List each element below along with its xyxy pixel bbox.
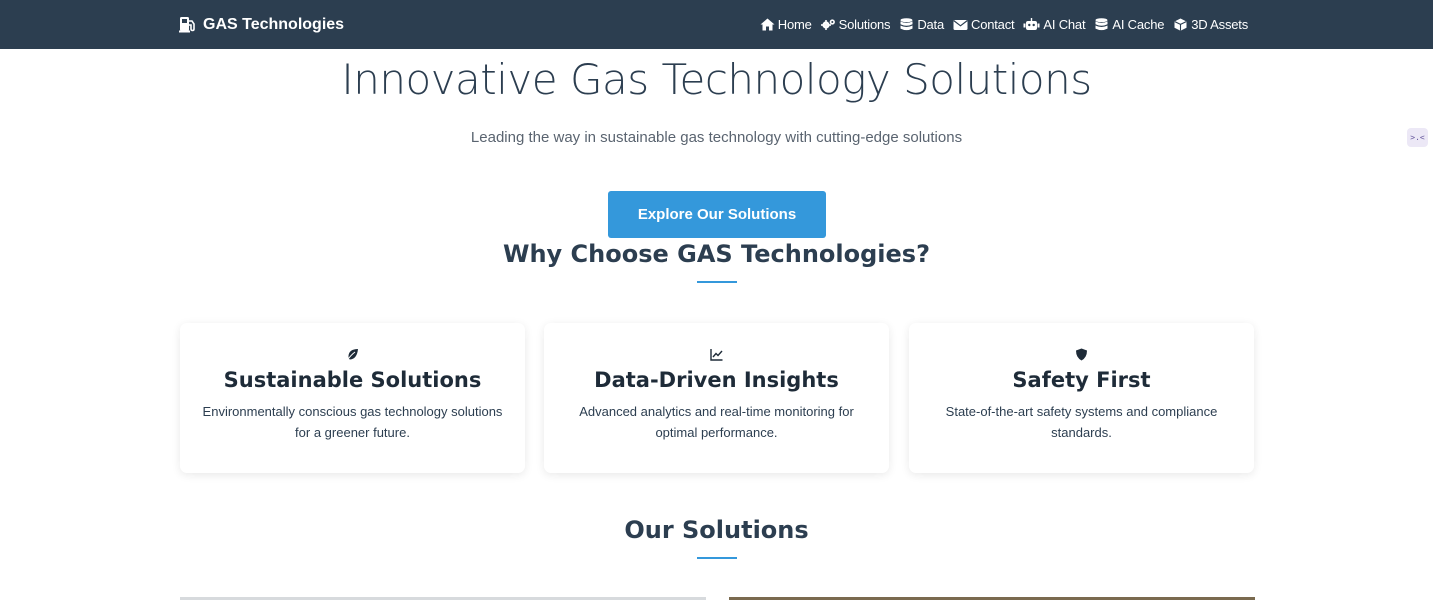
brand-name: GAS Technologies	[203, 15, 345, 33]
nav-item-label: 3D Assets	[1191, 17, 1248, 32]
brand-link[interactable]: GAS Technologies	[179, 0, 344, 49]
card-description: Environmentally conscious gas technology…	[202, 404, 503, 440]
card-title: Safety First	[1012, 368, 1151, 392]
nav-item-ai-chat[interactable]: AI Chat	[1023, 17, 1086, 32]
nav-item-label: Contact	[971, 17, 1015, 32]
chart-line-icon	[710, 348, 723, 361]
our-solutions-title: Our Solutions	[624, 516, 809, 544]
nav-item-ai-cache[interactable]: AI Cache	[1094, 17, 1164, 32]
nav-item-label: Home	[777, 17, 812, 32]
why-choose-title: Why Choose GAS Technologies?	[502, 240, 931, 268]
hero-subtitle: Leading the way in sustainable gas techn…	[470, 129, 963, 146]
nav-item-label: Data	[917, 17, 945, 32]
envelope-icon	[953, 20, 968, 30]
feature-card-sustainable: Sustainable Solutions Environmentally co…	[180, 323, 525, 473]
nav-item-home[interactable]: Home	[760, 17, 812, 32]
card-description: Advanced analytics and real-time monitor…	[579, 404, 854, 440]
section-divider	[697, 281, 737, 283]
home-icon	[760, 18, 775, 31]
nav-item-label: Solutions	[838, 17, 891, 32]
nav-item-data[interactable]: Data	[899, 17, 944, 32]
leaf-icon	[346, 348, 358, 361]
top-navbar: GAS Technologies Home Solutions Data Con…	[0, 0, 1433, 49]
nav-item-3d-assets[interactable]: 3D Assets	[1173, 17, 1248, 32]
card-title: Data-Driven Insights	[594, 368, 839, 392]
hero-title: Innovative Gas Technology Solutions	[341, 55, 1092, 104]
robot-icon	[1023, 18, 1040, 30]
shield-icon	[1076, 348, 1087, 360]
floating-assistant-icon[interactable]: >.<	[1407, 128, 1428, 147]
nav-item-label: AI Chat	[1043, 17, 1086, 32]
feature-card-safety: Safety First State-of-the-art safety sys…	[909, 323, 1254, 473]
gears-icon	[820, 19, 835, 30]
nav-item-label: AI Cache	[1112, 17, 1165, 32]
gas-pump-icon	[179, 17, 195, 33]
cube-icon	[1174, 18, 1187, 31]
explore-solutions-button[interactable]: Explore Our Solutions	[608, 191, 826, 238]
database-icon	[1095, 18, 1108, 31]
section-divider	[697, 557, 737, 559]
nav-item-solutions[interactable]: Solutions	[820, 17, 891, 32]
nav-menu: Home Solutions Data Contact AI Chat AI C…	[760, 0, 1248, 49]
nav-item-contact[interactable]: Contact	[953, 17, 1015, 32]
database-icon	[900, 18, 913, 31]
card-title: Sustainable Solutions	[223, 368, 482, 392]
card-description: State-of-the-art safety systems and comp…	[945, 404, 1218, 440]
feature-card-data-driven: Data-Driven Insights Advanced analytics …	[544, 323, 889, 473]
